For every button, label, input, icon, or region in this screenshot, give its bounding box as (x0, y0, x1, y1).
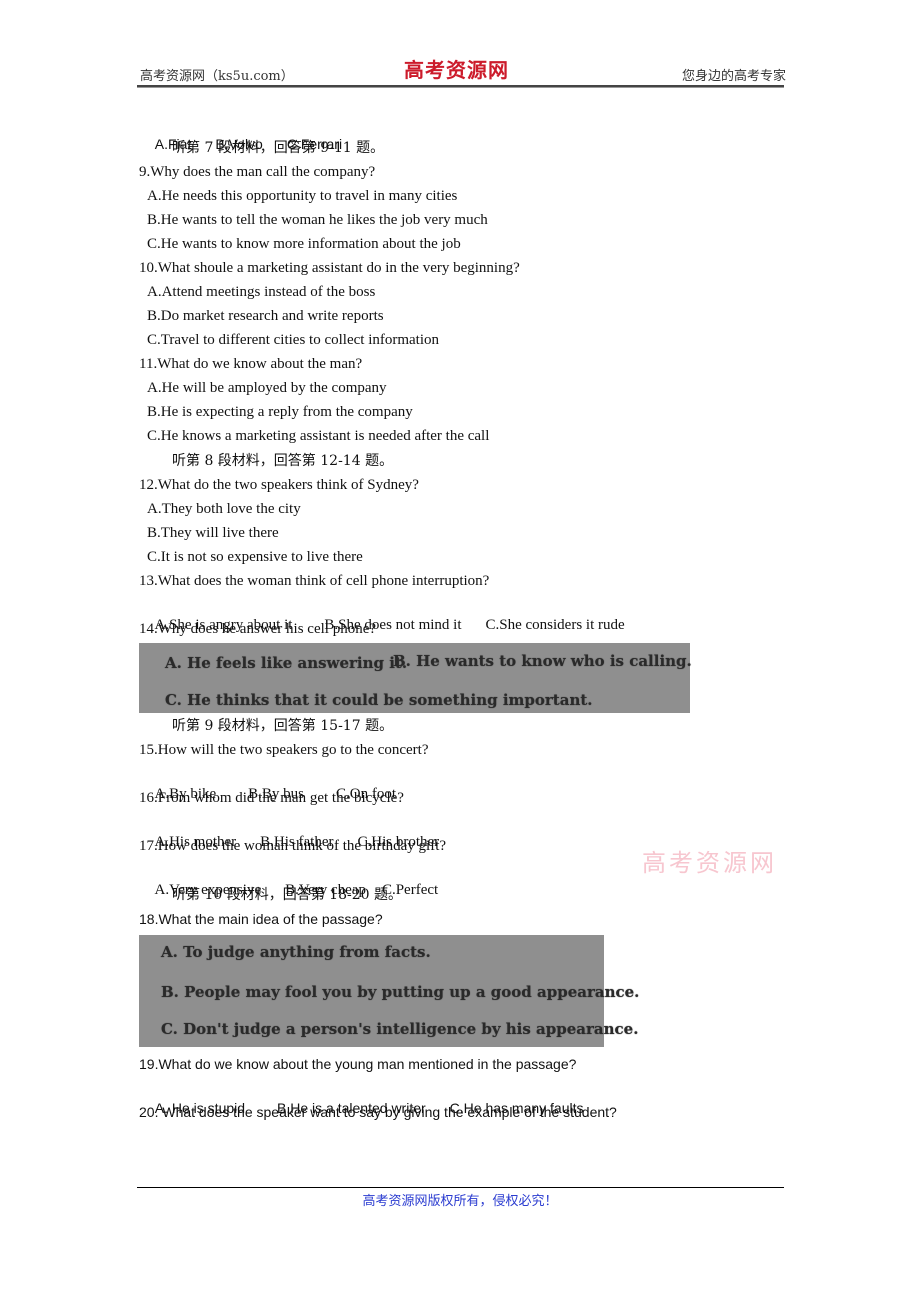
q14-question: 14.Why does he answer his cell phone? (139, 621, 377, 637)
q18-option-a: A. To judge anything from facts. (161, 943, 431, 961)
q20-question: 20. What does the speaker want to say by… (139, 1104, 617, 1120)
q12-option-c: C.It is not so expensive to live there (147, 549, 363, 565)
q10-option-b: B.Do market research and write reports (147, 308, 384, 324)
section-heading-9: 听第 9 段材料，回答第 15-17 题。 (172, 718, 394, 734)
q13-option-c: C.She considers it rude (485, 617, 625, 633)
section-heading-10: 听第 10 段材料，回答第 18-20 题。 (172, 887, 402, 903)
q9-question: 9.Why does the man call the company? (139, 164, 376, 180)
header-slogan: 您身边的高考专家 (681, 69, 786, 84)
q11-question: 11.What do we know about the man? (139, 356, 363, 372)
q17-question: 17.How does the woman think of the birth… (139, 838, 447, 854)
q10-option-c: C.Travel to different cities to collect … (147, 332, 440, 348)
q14-scanned-options-image: A. He feels like answering it. B. He wan… (139, 643, 692, 713)
q12-option-b: B.They will live there (147, 525, 279, 541)
header-divider (137, 85, 784, 88)
section-heading-7: 听第 7 段材料，回答第 9-11 题。 (172, 140, 385, 156)
footer-divider (137, 1187, 784, 1188)
q19-question: 19.What do we know about the young man m… (139, 1056, 577, 1072)
q15-question: 15.How will the two speakers go to the c… (139, 742, 429, 758)
watermark: 高考资源网 (642, 849, 777, 877)
q11-option-b: B.He is expecting a reply from the compa… (147, 404, 413, 420)
q18-option-c: C. Don't judge a person's intelligence b… (161, 1020, 639, 1038)
q10-option-a: A.Attend meetings instead of the boss (147, 284, 376, 300)
q18-question: 18.What the main idea of the passage? (139, 911, 383, 927)
q12-question: 12.What do the two speakers think of Syd… (139, 477, 419, 493)
q11-option-c: C.He knows a marketing assistant is need… (147, 428, 490, 444)
q16-question: 16.From whom did the man get the bicycle… (139, 790, 404, 806)
q12-option-a: A.They both love the city (147, 501, 301, 517)
q9-option-c: C.He wants to know more information abou… (147, 236, 461, 252)
q10-question: 10.What shoule a marketing assistant do … (139, 260, 520, 276)
footer-copyright: 高考资源网版权所有，侵权必究！ (362, 1194, 558, 1209)
q18-scanned-options-image: A. To judge anything from facts. B. Peop… (139, 935, 639, 1047)
q9-option-b: B.He wants to tell the woman he likes th… (147, 212, 488, 228)
q14-option-b: B. He wants to know who is calling. (393, 652, 692, 670)
q14-option-a: A. He feels like answering it. (165, 654, 408, 672)
q11-option-a: A.He will be amployed by the company (147, 380, 387, 396)
q18-option-b: B. People may fool you by putting up a g… (161, 983, 640, 1001)
q14-option-c: C. He thinks that it could be something … (165, 691, 593, 709)
q13-question: 13.What does the woman think of cell pho… (139, 573, 490, 589)
section-heading-8: 听第 8 段材料，回答第 12-14 题。 (172, 453, 394, 469)
q9-option-a: A.He needs this opportunity to travel in… (147, 188, 458, 204)
header-logo: 高考资源网 (404, 58, 509, 82)
header-site-name: 高考资源网（ks5u.com） (140, 69, 294, 84)
